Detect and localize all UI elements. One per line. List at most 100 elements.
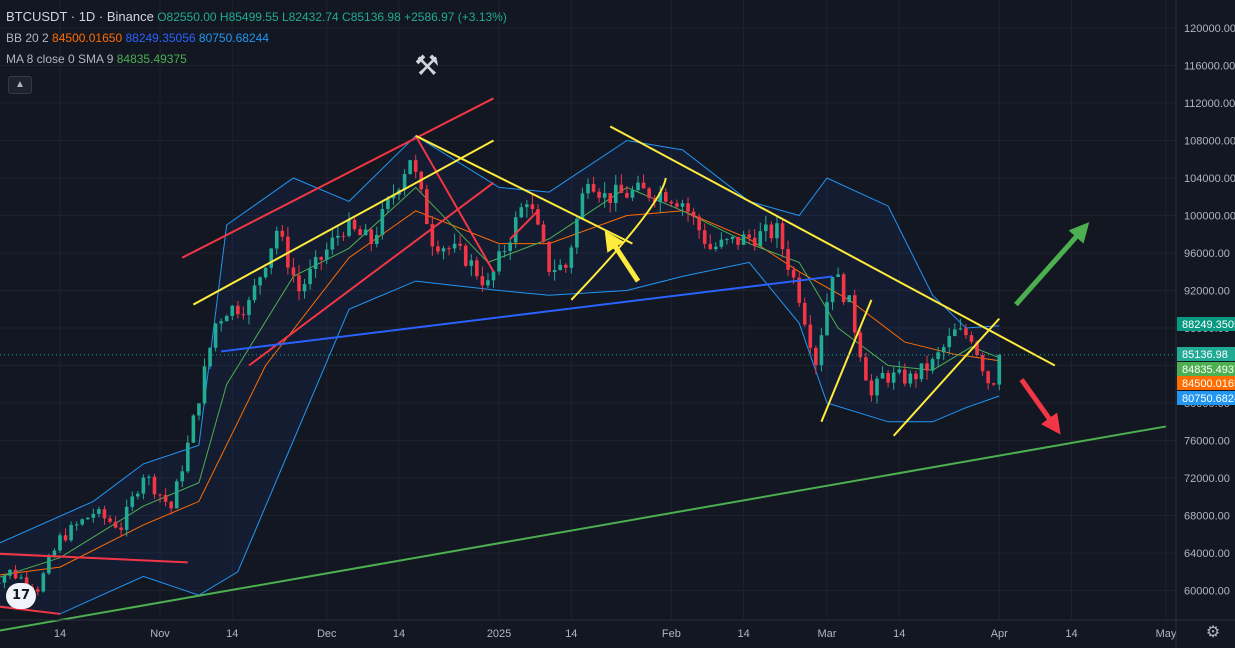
price-tag: 84500.01650	[1182, 378, 1235, 390]
candle-body	[336, 235, 340, 238]
y-tick-label: 108000.00	[1184, 136, 1235, 148]
candle-body	[597, 191, 601, 198]
bb-label[interactable]: BB 20 2	[6, 31, 49, 45]
candle-body	[502, 250, 507, 252]
candle-body	[864, 357, 868, 381]
x-tick-label: Nov	[150, 628, 170, 640]
candle-body	[758, 231, 763, 247]
candle-body	[0, 582, 1, 584]
candle-body	[63, 535, 68, 541]
y-tick-label: 64000.00	[1184, 548, 1230, 560]
candle-body	[591, 184, 596, 192]
candle-body	[914, 373, 918, 380]
candle-body	[447, 248, 451, 250]
indicator-legend: BTCUSDT · 1D · Binance O82550.00 H85499.…	[6, 6, 507, 70]
candle-body	[108, 518, 112, 522]
gear-icon[interactable]: ⚙	[1204, 624, 1222, 642]
candle-body	[280, 230, 285, 237]
x-tick-label: Apr	[991, 628, 1008, 640]
candle-body	[980, 355, 985, 372]
x-tick-label: 14	[737, 628, 749, 640]
candle-body	[224, 315, 229, 322]
candle-body	[469, 260, 474, 266]
symbol-row[interactable]: BTCUSDT · 1D · Binance O82550.00 H85499.…	[6, 6, 507, 28]
candle-body	[258, 277, 262, 286]
candle-body	[802, 302, 807, 325]
candle-body	[764, 224, 768, 232]
candle-body	[891, 372, 896, 383]
candle-body	[780, 223, 785, 250]
price-chart[interactable]: ⚒ 60000.0064000.0068000.0072000.0076000.…	[0, 0, 1235, 648]
candle-body	[313, 257, 318, 270]
candle-body	[408, 160, 412, 175]
candle-body	[714, 246, 718, 250]
candle-body	[563, 264, 568, 268]
candle-body	[730, 236, 735, 240]
candle-body	[124, 506, 129, 530]
candle-body	[69, 524, 73, 541]
candle-body	[702, 230, 707, 244]
ma-label[interactable]: MA 8 close 0 SMA 9	[6, 52, 113, 66]
arrow-drawing[interactable]	[1014, 222, 1090, 307]
candle-body	[775, 223, 779, 239]
candle-body	[241, 314, 246, 316]
candle-body	[230, 305, 235, 316]
candle-body	[130, 496, 135, 507]
symbol-title[interactable]: BTCUSDT · 1D · Binance	[6, 9, 154, 24]
candle-body	[497, 251, 501, 272]
candle-body	[902, 369, 907, 384]
bb-legend-row[interactable]: BB 20 2 84500.01650 88249.35056 80750.68…	[6, 28, 507, 49]
candle-body	[941, 347, 946, 353]
candle-body	[669, 201, 674, 204]
candle-body	[636, 182, 640, 191]
ma-legend-row[interactable]: MA 8 close 0 SMA 9 84835.49375	[6, 49, 507, 70]
tradingview-logo[interactable]: 17	[6, 583, 36, 609]
candle-body	[625, 192, 629, 198]
candle-body	[575, 218, 579, 248]
candle-body	[358, 229, 362, 236]
x-tick-label: Dec	[317, 628, 337, 640]
candle-body	[958, 328, 963, 330]
candle-body	[858, 332, 863, 358]
candle-body	[569, 247, 574, 268]
candle-body	[413, 160, 418, 172]
candle-body	[908, 373, 913, 384]
candle-body	[608, 193, 613, 203]
chevron-up-icon[interactable]: ▲	[8, 76, 32, 94]
ohlc-values: O82550.00 H85499.55 L82432.74 C85136.98 …	[157, 10, 507, 24]
candle-body	[725, 239, 729, 241]
candle-body	[319, 257, 324, 260]
candle-body	[747, 234, 751, 238]
price-tag: 88249.35056	[1182, 319, 1235, 331]
candle-body	[141, 477, 146, 494]
candle-body	[808, 324, 813, 348]
candle-body	[769, 224, 774, 239]
bb-upper-value: 88249.35056	[125, 31, 196, 45]
candle-body	[308, 269, 312, 285]
candle-body	[630, 190, 635, 198]
candle-body	[136, 493, 140, 497]
candle-body	[819, 335, 824, 366]
candle-body	[102, 509, 107, 519]
candle-body	[158, 494, 162, 496]
candle-body	[786, 249, 790, 270]
x-tick-label: May	[1156, 628, 1177, 640]
candle-body	[263, 267, 268, 278]
candle-body	[480, 276, 485, 286]
candle-body	[991, 383, 996, 385]
candle-body	[213, 323, 218, 348]
y-tick-label: 96000.00	[1184, 248, 1230, 260]
candle-body	[97, 509, 101, 514]
y-tick-label: 92000.00	[1184, 286, 1230, 298]
candle-body	[602, 193, 607, 198]
candle-body	[580, 193, 585, 219]
candle-body	[897, 369, 902, 373]
candle-body	[558, 264, 563, 271]
y-tick-label: 68000.00	[1184, 511, 1230, 523]
x-tick-label: 14	[893, 628, 905, 640]
candle-body	[35, 589, 40, 592]
candle-body	[363, 229, 368, 236]
candle-body	[330, 237, 335, 250]
candle-body	[875, 378, 879, 396]
candle-body	[91, 513, 96, 518]
